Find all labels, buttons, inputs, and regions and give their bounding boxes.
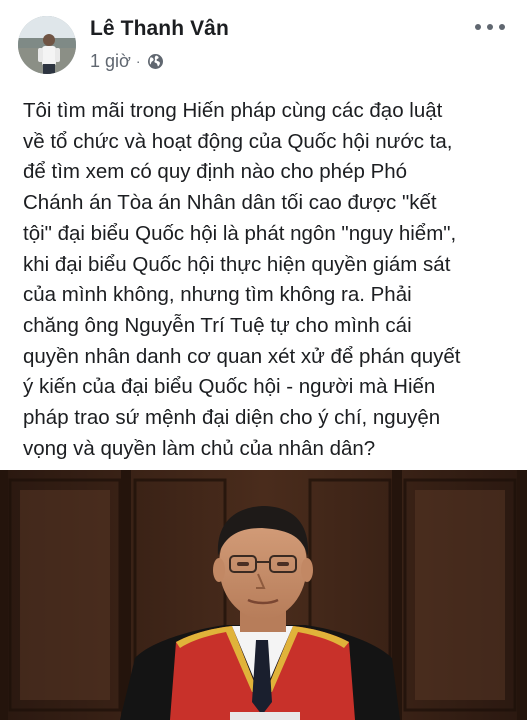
meta-separator: · (135, 53, 141, 69)
more-dot (487, 24, 493, 30)
author-avatar[interactable] (18, 16, 76, 74)
post-text: Tôi tìm mãi trong Hiến pháp cùng các đạo… (23, 99, 461, 460)
author-name[interactable]: Lê Thanh Vân (90, 17, 229, 41)
more-dot (475, 24, 481, 30)
post-time[interactable]: 1 giờ (90, 51, 131, 72)
more-options-icon[interactable] (475, 20, 505, 34)
avatar-image (18, 16, 76, 74)
post-meta: 1 giờ · (90, 50, 164, 72)
more-dot (499, 24, 505, 30)
facebook-post: Lê Thanh Vân 1 giờ · Tôi tìm mãi trong H… (0, 0, 527, 720)
post-header: Lê Thanh Vân 1 giờ · (0, 0, 527, 84)
post-photo[interactable] (0, 470, 527, 720)
portrait-photo (0, 470, 527, 720)
globe-icon[interactable] (147, 53, 164, 70)
